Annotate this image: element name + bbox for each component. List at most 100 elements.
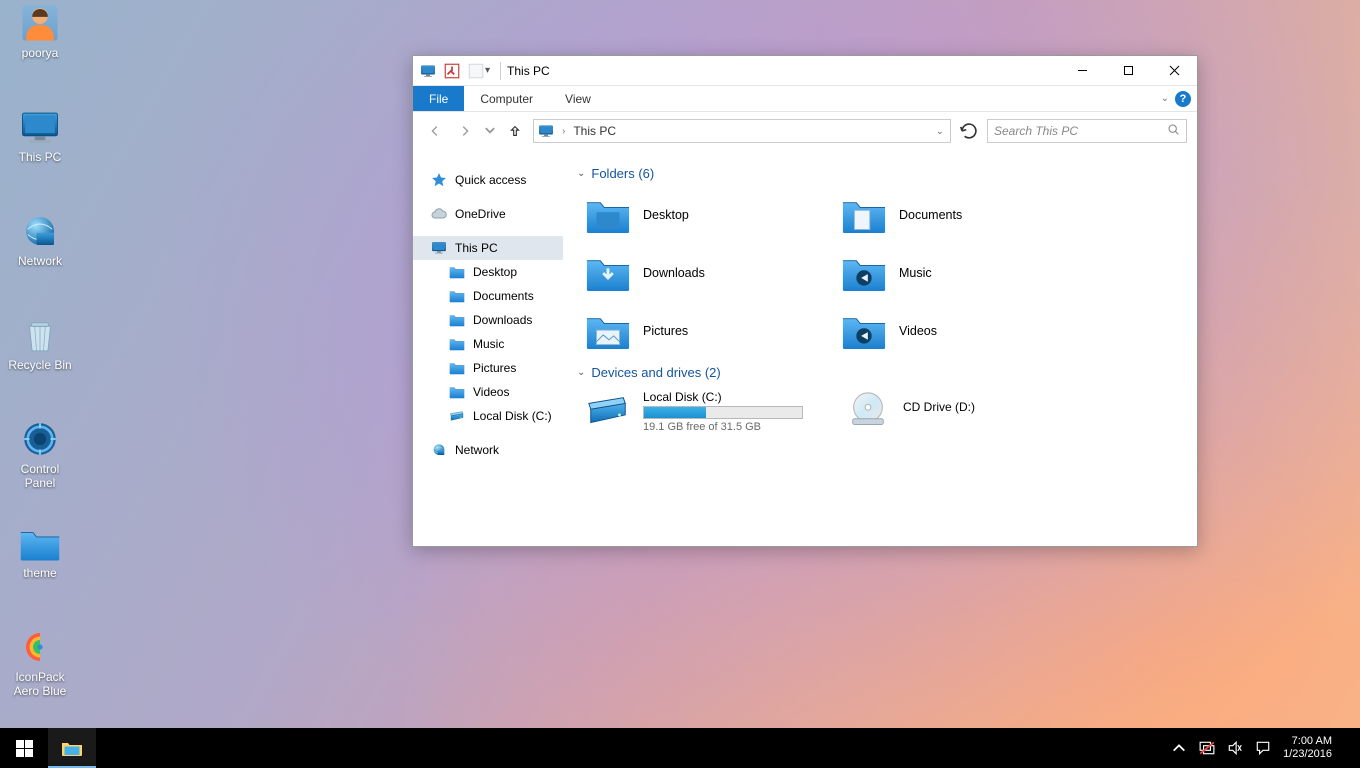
ribbon: File Computer View ⌄ ? bbox=[413, 86, 1197, 112]
taskbar: 7:00 AM 1/23/2016 bbox=[0, 728, 1360, 768]
desktop-icon-controlpanel[interactable]: Control Panel bbox=[2, 418, 78, 494]
qat-dropdown-icon[interactable]: ▾ bbox=[485, 65, 490, 76]
tray-overflow-icon[interactable] bbox=[1171, 740, 1187, 756]
tray-volume-icon[interactable] bbox=[1227, 740, 1243, 756]
taskbar-item-explorer[interactable] bbox=[48, 728, 96, 768]
navigation-pane[interactable]: Quick access OneDrive This PC Desktop Do… bbox=[413, 150, 563, 546]
quick-access-toolbar bbox=[419, 62, 485, 80]
folder-item-downloads[interactable]: Downloads bbox=[583, 247, 833, 299]
titlebar[interactable]: ▾ This PC bbox=[413, 56, 1197, 86]
clock-date: 1/23/2016 bbox=[1283, 748, 1332, 761]
tray-network-icon[interactable] bbox=[1199, 740, 1215, 756]
user-icon bbox=[19, 2, 61, 44]
tree-item-music[interactable]: Music bbox=[413, 332, 563, 356]
nav-forward-button[interactable] bbox=[453, 119, 477, 143]
tree-label: Videos bbox=[473, 385, 509, 399]
tree-onedrive[interactable]: OneDrive bbox=[413, 202, 563, 226]
desktop-icon-thispc[interactable]: This PC bbox=[2, 106, 78, 182]
tree-network[interactable]: Network bbox=[413, 438, 563, 462]
desktop-icon-recyclebin[interactable]: Recycle Bin bbox=[2, 314, 78, 390]
minimize-button[interactable] bbox=[1059, 56, 1105, 86]
tree-label: Downloads bbox=[473, 313, 532, 327]
folder-icon bbox=[449, 312, 465, 328]
folder-icon bbox=[585, 253, 631, 293]
tree-item-localdisk[interactable]: Local Disk (C:) bbox=[413, 404, 563, 428]
folder-label: Videos bbox=[899, 324, 937, 338]
file-explorer-window: ▾ This PC File Computer View ⌄ ? › This … bbox=[412, 55, 1198, 547]
desktop-icon-theme[interactable]: theme bbox=[2, 522, 78, 598]
help-icon[interactable]: ? bbox=[1175, 91, 1191, 107]
globe-icon bbox=[431, 442, 447, 458]
drive-capacity-fill bbox=[644, 407, 706, 418]
group-header-folders[interactable]: ⌄ Folders (6) bbox=[577, 166, 1183, 181]
ribbon-tab-computer[interactable]: Computer bbox=[464, 86, 549, 111]
tree-label: Desktop bbox=[473, 265, 517, 279]
nav-history-dropdown[interactable] bbox=[483, 119, 497, 143]
nav-up-button[interactable] bbox=[503, 119, 527, 143]
folder-item-pictures[interactable]: Pictures bbox=[583, 305, 833, 357]
address-bar[interactable]: › This PC ⌄ bbox=[533, 119, 951, 143]
ribbon-expand-icon[interactable]: ⌄ bbox=[1161, 93, 1169, 104]
refresh-button[interactable] bbox=[957, 119, 981, 143]
folder-icon bbox=[449, 360, 465, 376]
location-icon bbox=[538, 123, 554, 139]
group-header-drives[interactable]: ⌄ Devices and drives (2) bbox=[577, 365, 1183, 380]
new-folder-icon[interactable] bbox=[467, 62, 485, 80]
desktop-icon-label: IconPack Aero Blue bbox=[14, 670, 67, 698]
drive-label: Local Disk (C:) bbox=[643, 390, 803, 404]
tree-label: Local Disk (C:) bbox=[473, 409, 552, 423]
folder-icon bbox=[841, 253, 887, 293]
folder-item-documents[interactable]: Documents bbox=[839, 189, 1089, 241]
tree-item-pictures[interactable]: Pictures bbox=[413, 356, 563, 380]
folder-item-videos[interactable]: Videos bbox=[839, 305, 1089, 357]
properties-icon[interactable] bbox=[443, 62, 461, 80]
maximize-button[interactable] bbox=[1105, 56, 1151, 86]
tree-item-downloads[interactable]: Downloads bbox=[413, 308, 563, 332]
tree-item-videos[interactable]: Videos bbox=[413, 380, 563, 404]
folder-icon bbox=[449, 288, 465, 304]
folder-icon bbox=[585, 311, 631, 351]
taskbar-clock[interactable]: 7:00 AM 1/23/2016 bbox=[1283, 735, 1338, 761]
desktop-icon-user[interactable]: poorya bbox=[2, 2, 78, 78]
folder-item-desktop[interactable]: Desktop bbox=[583, 189, 833, 241]
tree-label: Network bbox=[455, 443, 499, 457]
folder-label: Documents bbox=[899, 208, 962, 222]
group-header-label: Devices and drives (2) bbox=[591, 365, 720, 380]
desktop-icon-label: poorya bbox=[22, 46, 59, 60]
folder-icon bbox=[841, 311, 887, 351]
chevron-down-icon: ⌄ bbox=[577, 168, 585, 179]
search-input[interactable] bbox=[994, 124, 1161, 138]
search-box[interactable] bbox=[987, 119, 1187, 143]
ribbon-tab-view[interactable]: View bbox=[549, 86, 607, 111]
drive-item-cddrive[interactable]: CD Drive (D:) bbox=[843, 388, 1093, 435]
folder-icon bbox=[841, 195, 887, 235]
controlpanel-icon bbox=[19, 418, 61, 460]
close-button[interactable] bbox=[1151, 56, 1197, 86]
drive-item-localdisk[interactable]: Local Disk (C:) 19.1 GB free of 31.5 GB bbox=[583, 388, 833, 435]
start-button[interactable] bbox=[0, 728, 48, 768]
breadcrumb-dropdown-icon[interactable]: ⌄ bbox=[934, 126, 946, 137]
nav-back-button[interactable] bbox=[423, 119, 447, 143]
system-tray: 7:00 AM 1/23/2016 bbox=[1171, 728, 1360, 768]
recyclebin-icon bbox=[19, 314, 61, 356]
folder-icon bbox=[449, 264, 465, 280]
folder-icon bbox=[585, 195, 631, 235]
drive-label: CD Drive (D:) bbox=[903, 400, 975, 414]
tree-label: Pictures bbox=[473, 361, 516, 375]
desktop-icon-network[interactable]: Network bbox=[2, 210, 78, 286]
ribbon-tab-file[interactable]: File bbox=[413, 86, 464, 111]
tree-label: Music bbox=[473, 337, 504, 351]
folder-label: Pictures bbox=[643, 324, 688, 338]
breadcrumb-location[interactable]: This PC bbox=[573, 124, 616, 138]
search-icon[interactable] bbox=[1167, 123, 1180, 139]
monitor-icon bbox=[431, 240, 447, 256]
tray-actioncenter-icon[interactable] bbox=[1255, 740, 1271, 756]
group-header-label: Folders (6) bbox=[591, 166, 654, 181]
tree-label: OneDrive bbox=[455, 207, 506, 221]
drive-free-text: 19.1 GB free of 31.5 GB bbox=[643, 421, 803, 433]
folder-item-music[interactable]: Music bbox=[839, 247, 1089, 299]
desktop-icon-iconpack[interactable]: IconPack Aero Blue bbox=[2, 626, 78, 702]
drive-capacity-bar bbox=[643, 406, 803, 419]
folder-icon bbox=[19, 522, 61, 564]
breadcrumb-chevron-icon[interactable]: › bbox=[560, 126, 567, 137]
